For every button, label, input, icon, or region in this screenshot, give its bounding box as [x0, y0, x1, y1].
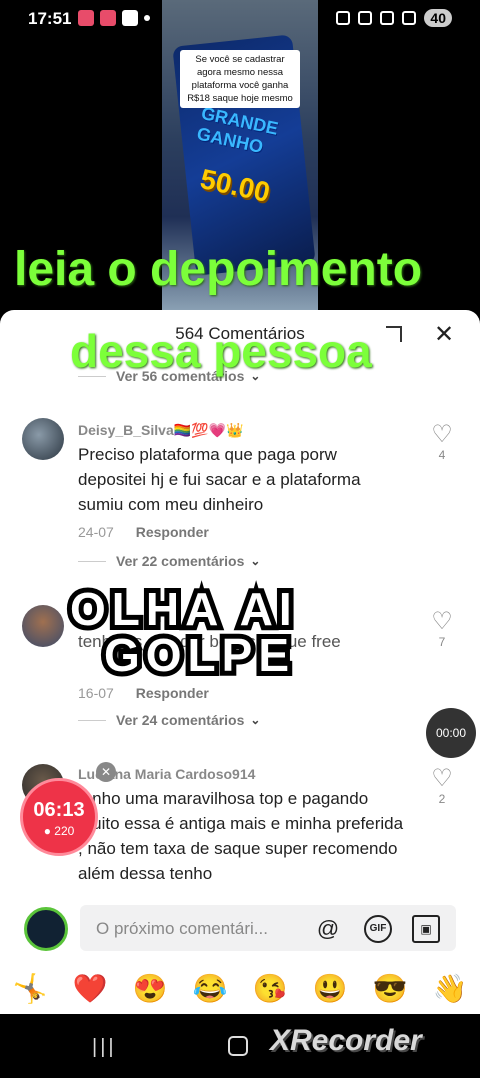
emoji-button[interactable]: 😃: [313, 972, 348, 1005]
comment-placeholder: O próximo comentári...: [96, 919, 268, 938]
heart-icon: ♡: [431, 421, 453, 448]
navigation-bar: ||| XRecorder: [0, 1014, 480, 1078]
overlay-text-1: leia o depoimento: [14, 243, 423, 296]
view-replies-1[interactable]: Ver 22 comentários ⌄: [78, 553, 260, 569]
emoji-button[interactable]: 😎: [373, 972, 408, 1005]
comment-text: Preciso plataforma que paga porw deposit…: [78, 445, 361, 514]
recorder-time: 06:13: [33, 799, 85, 821]
overlay-text-2: dessa pessoa: [70, 325, 372, 377]
recents-icon[interactable]: |||: [92, 1036, 117, 1059]
recorder-coins: ● 220: [43, 824, 75, 838]
gif-icon[interactable]: GIF: [364, 915, 392, 943]
like-count: 4: [438, 448, 446, 462]
comment-text: tenho uma maravilhosa top e pagando muit…: [78, 789, 404, 883]
location-icon: [358, 11, 373, 25]
heart-icon: ♡: [431, 608, 453, 635]
like-count: 7: [438, 635, 446, 649]
view-replies-2[interactable]: Ver 24 comentários ⌄: [78, 712, 260, 728]
key-icon: [336, 11, 351, 25]
comment-meta: 24-07 Responder: [78, 524, 209, 540]
emoji-button[interactable]: 😘: [253, 972, 288, 1005]
avatar[interactable]: [22, 605, 64, 647]
heart-icon: ♡: [431, 765, 453, 792]
comment-date: 24-07: [78, 524, 114, 540]
mention-icon[interactable]: @: [314, 915, 342, 943]
comment-username[interactable]: Deisy_B_Silva🏳️‍🌈💯💗👑: [78, 422, 243, 439]
like-button[interactable]: ♡ 4: [428, 421, 456, 463]
app-icon: [100, 10, 116, 26]
emoji-button[interactable]: 😍: [133, 972, 168, 1005]
view-replies-label: Ver 22 comentários: [116, 553, 245, 569]
reply-button[interactable]: Responder: [136, 524, 209, 540]
emoji-button[interactable]: 👋: [433, 972, 468, 1005]
like-count: 2: [438, 792, 446, 806]
close-icon[interactable]: ✕: [96, 762, 116, 782]
view-replies-label: Ver 24 comentários: [116, 712, 245, 728]
notification-icons: [78, 10, 150, 26]
recorder-watermark: XRecorder: [270, 1024, 422, 1057]
emoji-button[interactable]: 😂: [193, 972, 228, 1005]
image-icon[interactable]: ▣: [412, 915, 440, 943]
battery-icon: 40: [424, 9, 452, 27]
video-caption: Se você se cadastrar agora mesmo nessa p…: [180, 50, 300, 108]
status-time: 17:51: [28, 9, 72, 28]
signal-icon: [402, 11, 417, 25]
user-avatar[interactable]: [24, 907, 68, 951]
chevron-down-icon: ⌄: [250, 713, 261, 727]
wifi-icon: [380, 11, 395, 25]
home-icon[interactable]: [228, 1036, 248, 1056]
comment-input-bar: O próximo comentári... @ GIF ▣: [0, 897, 480, 959]
comment-meta: 16-07 Responder: [78, 685, 209, 701]
record-icon: [78, 10, 94, 26]
chevron-down-icon: ⌄: [250, 554, 261, 568]
close-icon[interactable]: ✕: [434, 320, 454, 349]
overlay-golpe: GOLPE: [99, 624, 296, 686]
like-button[interactable]: ♡ 2: [428, 765, 456, 807]
system-icons: 40: [336, 9, 452, 27]
emoji-row: 🤸 ❤️ 😍 😂 😘 😃 😎 👋: [0, 962, 480, 1014]
emoji-button[interactable]: 🤸: [13, 972, 48, 1005]
like-button[interactable]: ♡ 7: [428, 608, 456, 650]
reply-button[interactable]: Responder: [136, 685, 209, 701]
screenshot-icon: [122, 10, 138, 26]
avatar[interactable]: [22, 418, 64, 460]
dot-icon: [144, 15, 150, 21]
comment-input[interactable]: O próximo comentári... @ GIF ▣: [80, 905, 456, 951]
expand-icon[interactable]: [386, 326, 402, 342]
emoji-button[interactable]: ❤️: [73, 972, 108, 1005]
comment-date: 16-07: [78, 685, 114, 701]
coin-count: 220: [54, 824, 75, 838]
recorder-timer-button[interactable]: 00:00: [426, 708, 476, 758]
recorder-badge[interactable]: 06:13 ● 220: [20, 778, 98, 856]
